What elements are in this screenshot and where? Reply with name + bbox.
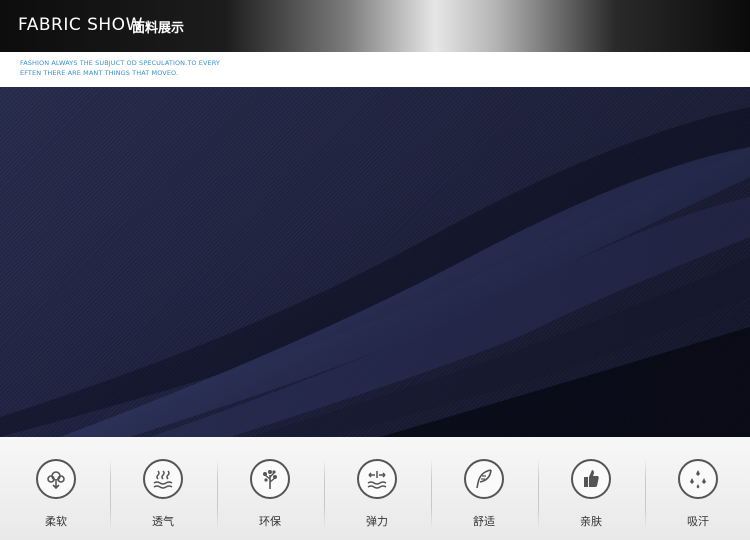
page-subtitle: 面料展示 — [132, 21, 185, 36]
divider — [538, 459, 539, 529]
elastic-icon — [357, 459, 397, 499]
tagline: FASHION ALWAYS THE SUBJUCT OD SPECULATIO… — [20, 58, 420, 78]
feature-label: 亲肤 — [580, 515, 602, 528]
feature-breathable: 透气 — [123, 459, 203, 529]
header-banner: FABRIC SHOW 面料展示 — [0, 0, 750, 52]
page-title: FABRIC SHOW — [18, 15, 143, 35]
feature-label: 透气 — [152, 515, 174, 528]
droplets-icon — [678, 459, 718, 499]
feature-label: 弹力 — [366, 515, 388, 528]
feature-eco: 环保 — [230, 459, 310, 529]
divider — [110, 459, 111, 529]
feature-label: 舒适 — [473, 515, 495, 528]
divider — [645, 459, 646, 529]
feather-icon — [464, 459, 504, 499]
features-bar: 柔软 透气 环保 弹力 舒适 亲肤 吸汗 — [0, 437, 750, 540]
feature-soft: 柔软 — [16, 459, 96, 529]
thumbs-up-icon — [571, 459, 611, 499]
features-strip: 环保 保暖 舒适 弹力亲肤 — [568, 415, 702, 428]
feature-elastic: 弹力 — [337, 459, 417, 529]
divider — [217, 459, 218, 529]
tree-icon — [250, 459, 290, 499]
feature-label: 柔软 — [45, 515, 67, 528]
feature-sweat-absorbing: 吸汗 — [658, 459, 738, 529]
fabric-folds — [0, 87, 750, 437]
tagline-line-2: EFTEN THERE ARE MANT THINGS THAT MOVEO. — [20, 69, 179, 77]
fabric-photo: 环保 保暖 舒适 弹力亲肤 — [0, 87, 750, 437]
feature-skin-friendly: 亲肤 — [551, 459, 631, 529]
feature-label: 环保 — [259, 515, 281, 528]
tagline-line-1: FASHION ALWAYS THE SUBJUCT OD SPECULATIO… — [20, 59, 220, 67]
feature-label: 吸汗 — [687, 515, 709, 528]
divider — [431, 459, 432, 529]
cotton-icon — [36, 459, 76, 499]
feature-comfort: 舒适 — [444, 459, 524, 529]
divider — [324, 459, 325, 529]
breathable-icon — [143, 459, 183, 499]
